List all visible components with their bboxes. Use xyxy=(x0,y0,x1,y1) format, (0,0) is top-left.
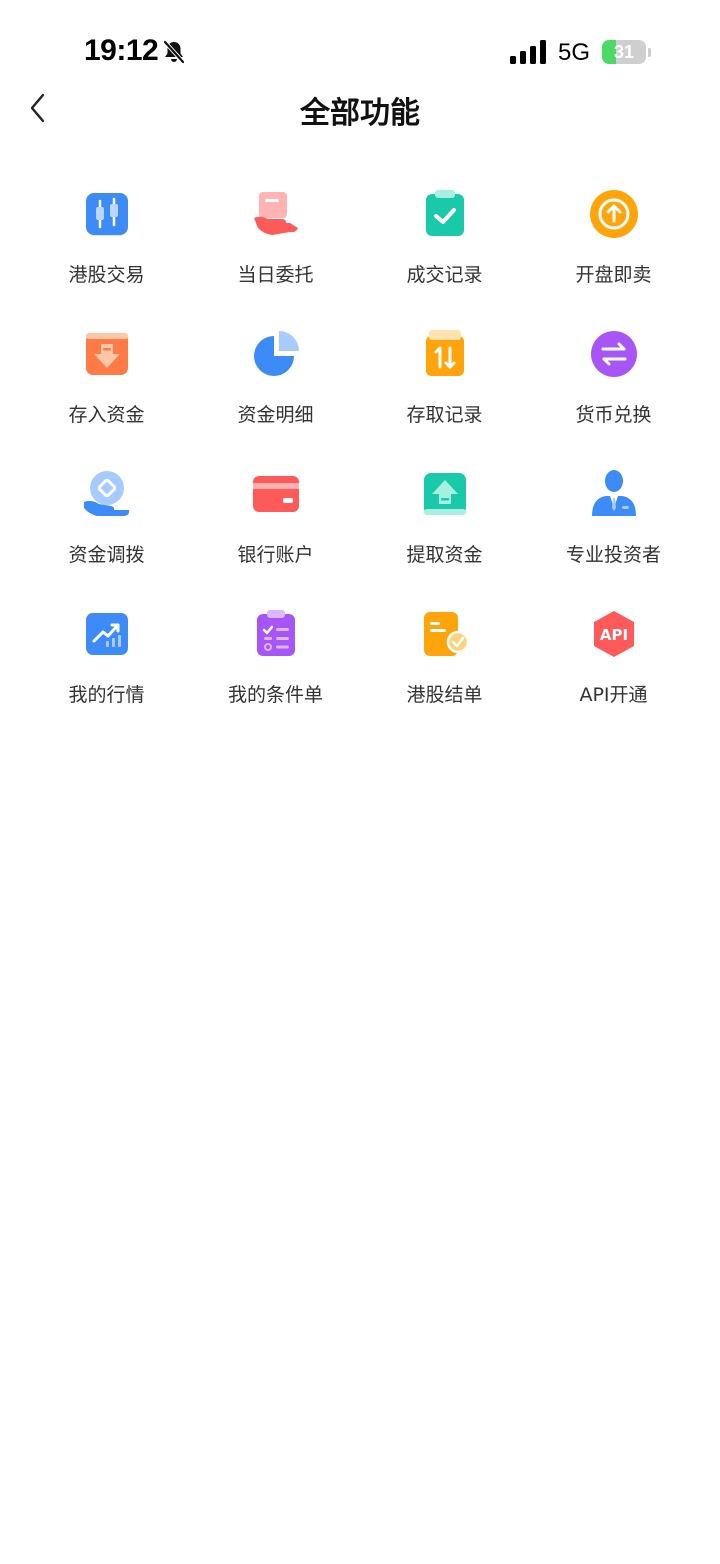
coin-hand-icon xyxy=(81,468,133,520)
function-professional-investor[interactable]: 专业投资者 xyxy=(529,466,698,606)
function-label: 开盘即卖 xyxy=(575,264,652,286)
bank-card-icon xyxy=(250,468,302,520)
function-label: 我的行情 xyxy=(68,684,145,706)
function-label: 港股交易 xyxy=(68,264,145,286)
function-today-orders[interactable]: 当日委托 xyxy=(191,186,360,326)
function-label: 港股结单 xyxy=(406,684,483,706)
svg-text:API: API xyxy=(599,626,627,644)
function-label: 专业投资者 xyxy=(565,544,661,566)
arrow-up-circle-icon xyxy=(588,188,640,240)
function-currency-exchange[interactable]: 货币兑换 xyxy=(529,326,698,466)
function-label: 成交记录 xyxy=(406,264,483,286)
investor-icon xyxy=(588,468,640,520)
function-fund-details[interactable]: 资金明细 xyxy=(191,326,360,466)
function-label: 提取资金 xyxy=(406,544,483,566)
function-label: 资金调拨 xyxy=(68,544,145,566)
function-api-activation[interactable]: API API开通 xyxy=(529,606,698,746)
nav-bar: 全部功能 xyxy=(0,80,720,136)
api-icon: API xyxy=(588,608,640,660)
trend-chart-icon xyxy=(81,608,133,660)
exchange-icon xyxy=(588,328,640,380)
function-withdraw-funds[interactable]: 提取资金 xyxy=(360,466,529,606)
battery-level: 31 xyxy=(613,42,635,62)
statement-icon xyxy=(419,608,471,660)
battery-charging-icon: 31 xyxy=(602,40,646,64)
bell-slash-icon xyxy=(160,38,188,66)
function-label: 货币兑换 xyxy=(575,404,652,426)
function-hk-statement[interactable]: 港股结单 xyxy=(360,606,529,746)
function-bank-account[interactable]: 银行账户 xyxy=(191,466,360,606)
status-time: 19:12 xyxy=(84,34,159,67)
function-hk-stock-trade[interactable]: 港股交易 xyxy=(22,186,191,326)
function-grid: 港股交易 当日委托 成交记录 开盘即卖 存入资金 资金明细 存取记录 货币兑换 … xyxy=(22,186,698,746)
function-label: 存取记录 xyxy=(406,404,483,426)
function-label: 资金明细 xyxy=(237,404,314,426)
function-label: 当日委托 xyxy=(237,264,314,286)
clipboard-check-icon xyxy=(419,188,471,240)
hand-card-icon xyxy=(250,188,302,240)
function-label: 我的条件单 xyxy=(227,684,323,706)
deposit-arrow-icon xyxy=(81,328,133,380)
function-sell-at-open[interactable]: 开盘即卖 xyxy=(529,186,698,326)
withdraw-arrow-icon xyxy=(419,468,471,520)
page-title: 全部功能 xyxy=(300,96,420,131)
function-my-market[interactable]: 我的行情 xyxy=(22,606,191,746)
function-label: 存入资金 xyxy=(68,404,145,426)
function-label: 银行账户 xyxy=(237,544,314,566)
function-fund-allocation[interactable]: 资金调拨 xyxy=(22,466,191,606)
function-label: API开通 xyxy=(579,684,648,706)
function-my-conditional-orders[interactable]: 我的条件单 xyxy=(191,606,360,746)
pie-chart-icon xyxy=(250,328,302,380)
function-trade-records[interactable]: 成交记录 xyxy=(360,186,529,326)
candlestick-icon xyxy=(81,188,133,240)
function-transfer-records[interactable]: 存取记录 xyxy=(360,326,529,466)
transfer-record-icon xyxy=(419,328,471,380)
signal-icon xyxy=(510,40,548,64)
network-label: 5G xyxy=(558,39,591,66)
battery-cap xyxy=(648,48,651,57)
function-deposit-funds[interactable]: 存入资金 xyxy=(22,326,191,466)
checklist-icon xyxy=(250,608,302,660)
